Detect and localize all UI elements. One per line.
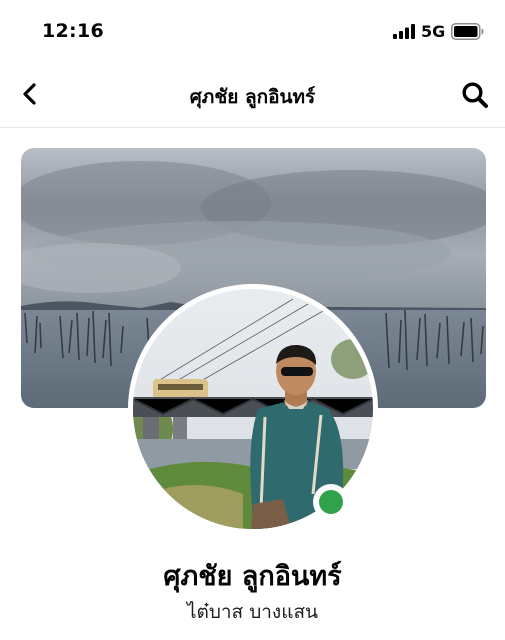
online-indicator xyxy=(319,490,343,514)
nav-bar: ศุภชัย ลูกอินทร์ xyxy=(0,62,505,128)
online-status-badge xyxy=(313,484,349,520)
status-time: 12:16 xyxy=(42,20,104,42)
signal-icon xyxy=(393,24,415,39)
search-button[interactable] xyxy=(458,78,492,112)
search-icon xyxy=(462,82,488,108)
nav-title: ศุภชัย ลูกอินทร์ xyxy=(189,86,316,108)
battery-icon xyxy=(451,23,484,40)
network-label: 5G xyxy=(421,22,446,41)
profile-name: ศุภชัย ลูกอินทร์ xyxy=(163,561,342,592)
status-bar: 12:16 5G xyxy=(0,0,505,62)
profile-location: ไต๋บาส บางแสน xyxy=(186,601,319,623)
